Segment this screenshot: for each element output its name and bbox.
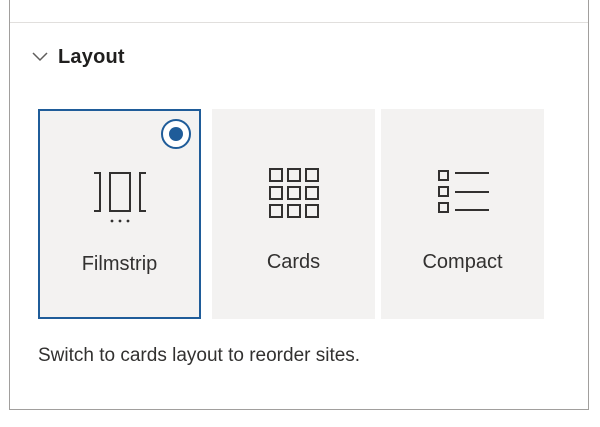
layout-option-label: Cards: [266, 251, 321, 273]
chevron-down-icon: [30, 47, 50, 67]
divider: [10, 22, 588, 23]
filmstrip-icon: [90, 167, 150, 232]
layout-option-label: Compact: [422, 251, 503, 273]
layout-option-label: Filmstrip: [81, 253, 158, 275]
layout-section-toggle[interactable]: Layout: [30, 40, 125, 74]
layout-options: Filmstrip Cards Compact: [38, 109, 548, 321]
section-title: Layout: [58, 45, 125, 68]
layout-option-compact[interactable]: Compact: [381, 109, 544, 319]
radio-selected-icon[interactable]: [161, 119, 191, 149]
hint-text: Switch to cards layout to reorder sites.: [38, 345, 361, 366]
layout-option-cards[interactable]: Cards: [212, 109, 375, 319]
compact-list-icon: [433, 165, 493, 230]
layout-option-filmstrip[interactable]: Filmstrip: [38, 109, 201, 319]
cards-grid-icon: [264, 165, 324, 230]
